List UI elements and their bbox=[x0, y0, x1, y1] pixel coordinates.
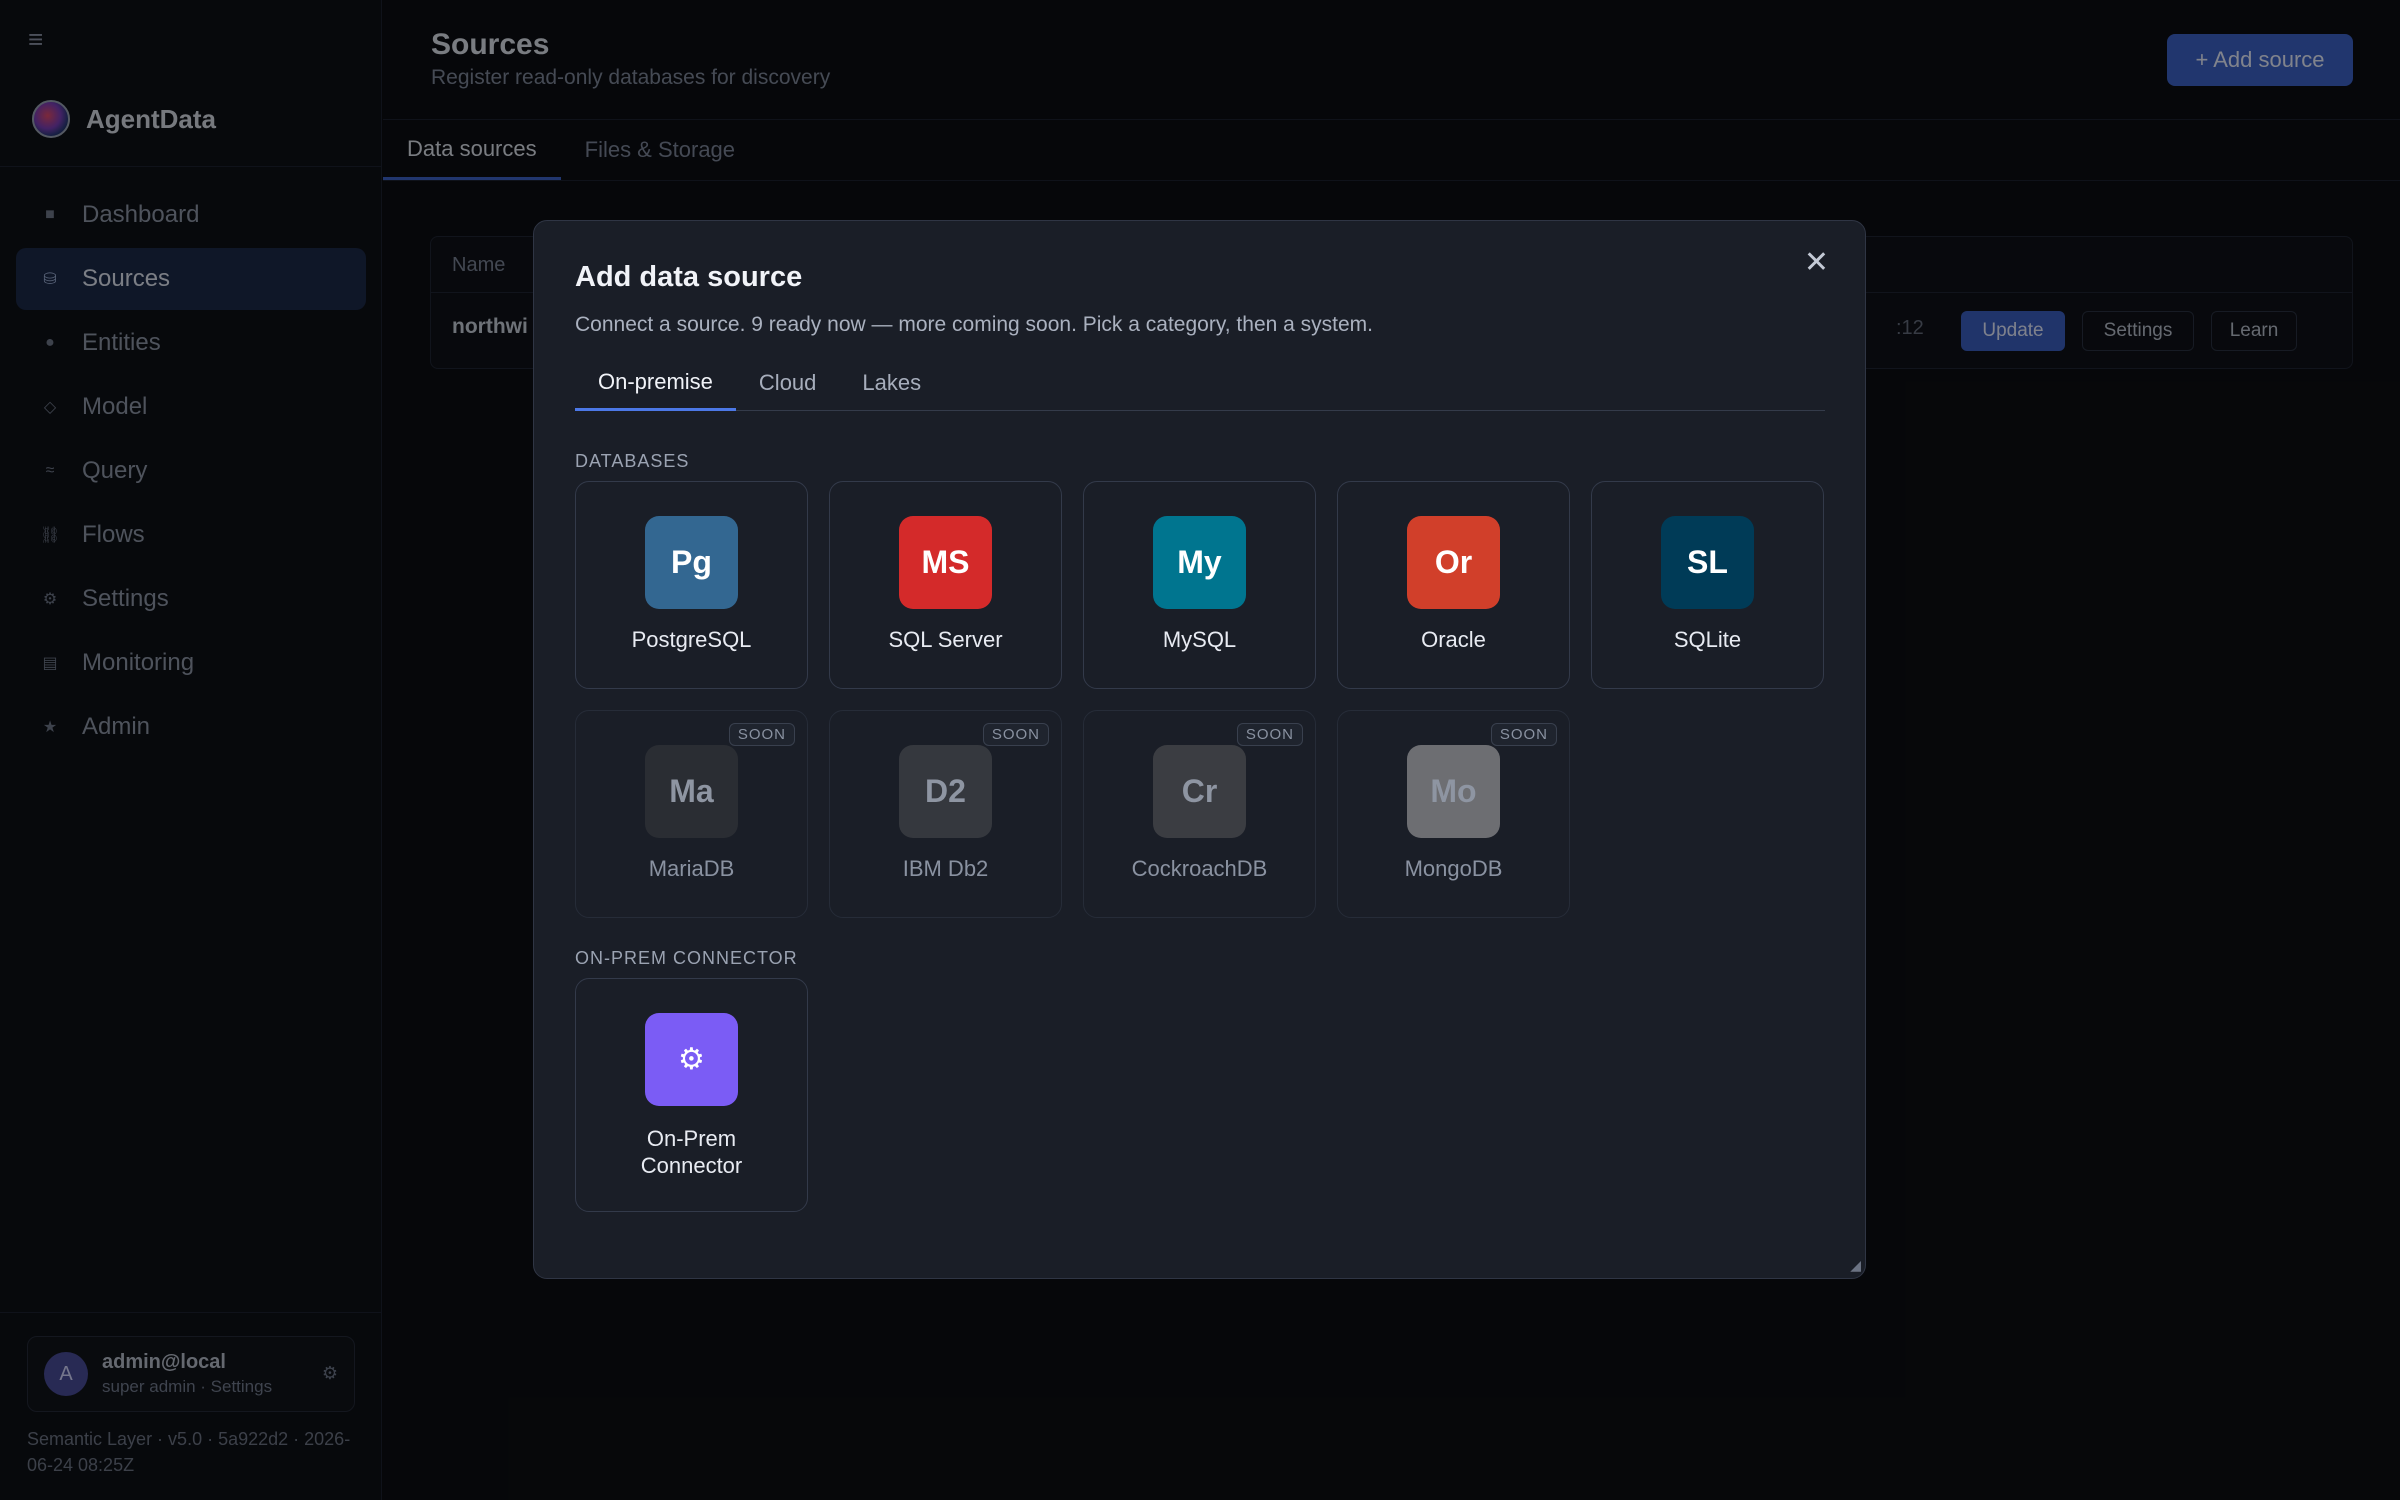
tab-cloud[interactable]: Cloud bbox=[736, 355, 839, 411]
ibm-db2-icon: D2 bbox=[899, 745, 992, 838]
source-tile-label: SQLite bbox=[1673, 627, 1742, 652]
connector-label-line1: On-Prem bbox=[646, 1126, 737, 1151]
soon-badge: SOON bbox=[982, 723, 1049, 746]
source-tile-mariadb: SOON Ma MariaDB bbox=[575, 710, 808, 918]
mariadb-icon: Ma bbox=[645, 745, 738, 838]
modal-subtitle: Connect a source. 9 ready now — more com… bbox=[575, 313, 1373, 336]
mongodb-icon: Mo bbox=[1407, 745, 1500, 838]
source-tile-cockroachdb: SOON Cr CockroachDB bbox=[1083, 710, 1316, 918]
source-tile-label: PostgreSQL bbox=[631, 627, 752, 652]
source-tile-on-prem-connector[interactable]: ⚙ On-Prem Connector bbox=[575, 978, 808, 1212]
source-tile-sql-server[interactable]: MS SQL Server bbox=[829, 481, 1062, 689]
section-label-databases: DATABASES bbox=[575, 451, 690, 471]
source-tile-label: MongoDB bbox=[1404, 856, 1503, 881]
oracle-icon: Or bbox=[1407, 516, 1500, 609]
source-tile-label: CockroachDB bbox=[1131, 856, 1268, 881]
sqlite-icon: SL bbox=[1661, 516, 1754, 609]
modal-title: Add data source bbox=[575, 261, 803, 293]
soon-badge: SOON bbox=[728, 723, 795, 746]
soon-badge: SOON bbox=[1490, 723, 1557, 746]
source-tile-mysql[interactable]: My MySQL bbox=[1083, 481, 1316, 689]
source-tile-label: SQL Server bbox=[888, 627, 1003, 652]
source-tile-mongodb: SOON Mo MongoDB bbox=[1337, 710, 1570, 918]
postgresql-icon: Pg bbox=[645, 516, 738, 609]
source-tile-label: Oracle bbox=[1421, 627, 1486, 652]
source-tile-sqlite[interactable]: SL SQLite bbox=[1591, 481, 1824, 689]
mysql-icon: My bbox=[1153, 516, 1246, 609]
source-tile-label: MariaDB bbox=[648, 856, 735, 881]
gear-icon: ⚙ bbox=[645, 1013, 738, 1106]
category-tabs: On-premise Cloud Lakes bbox=[575, 355, 1825, 411]
source-tile-label: On-Prem Connector bbox=[576, 1125, 807, 1179]
source-tile-label: IBM Db2 bbox=[902, 856, 989, 881]
source-tile-oracle[interactable]: Or Oracle bbox=[1337, 481, 1570, 689]
tab-lakes[interactable]: Lakes bbox=[839, 355, 944, 411]
connector-label-line2: Connector bbox=[640, 1153, 743, 1178]
close-icon[interactable]: ✕ bbox=[1804, 245, 1829, 280]
section-label-connector: ON-PREM CONNECTOR bbox=[575, 948, 798, 968]
source-tile-label: MySQL bbox=[1162, 627, 1237, 652]
add-data-source-modal: ✕ Add data source Connect a source. 9 re… bbox=[533, 220, 1866, 1279]
source-tile-ibm-db2: SOON D2 IBM Db2 bbox=[829, 710, 1062, 918]
source-tile-postgresql[interactable]: Pg PostgreSQL bbox=[575, 481, 808, 689]
tab-on-premise[interactable]: On-premise bbox=[575, 355, 736, 411]
soon-badge: SOON bbox=[1236, 723, 1303, 746]
resize-handle-icon[interactable]: ◢ bbox=[1850, 1257, 1861, 1274]
sql-server-icon: MS bbox=[899, 516, 992, 609]
cockroachdb-icon: Cr bbox=[1153, 745, 1246, 838]
